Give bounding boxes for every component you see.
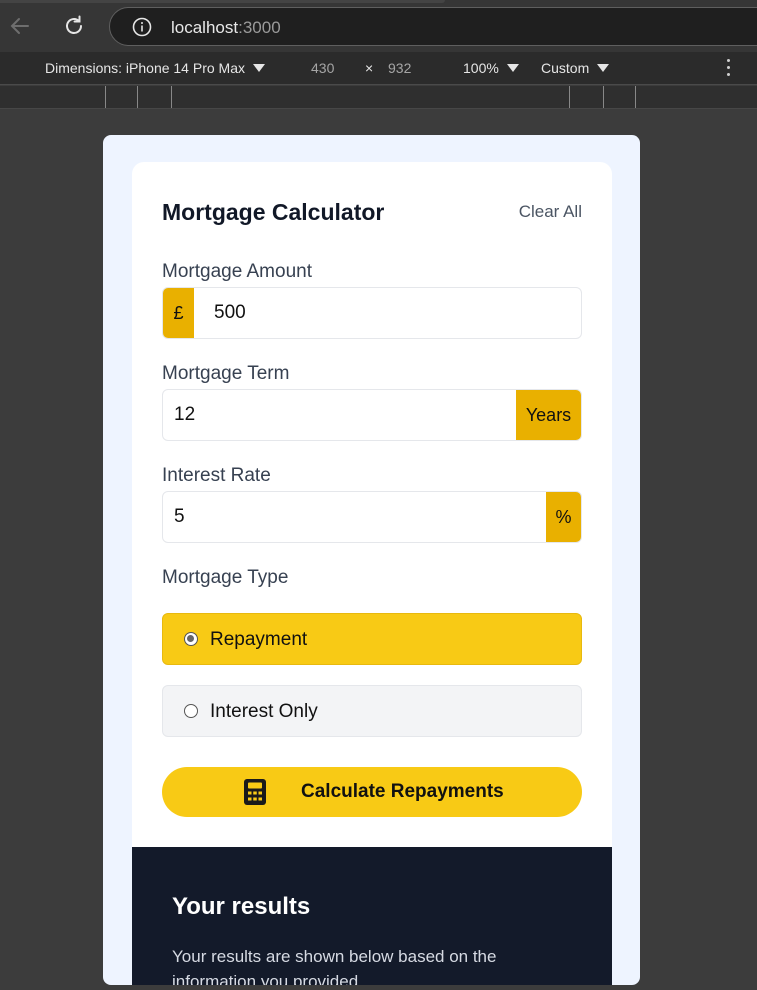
- radio-unselected-icon[interactable]: [184, 704, 198, 718]
- clear-all-button[interactable]: Clear All: [519, 202, 582, 222]
- url-host: localhost: [171, 18, 239, 37]
- radio-selected-icon[interactable]: [184, 632, 198, 646]
- back-arrow-icon[interactable]: [6, 12, 34, 40]
- results-title: Your results: [172, 893, 311, 920]
- media-query-ruler: [0, 86, 757, 109]
- chevron-down-icon: [597, 64, 610, 72]
- chevron-down-icon: [506, 64, 519, 72]
- calculator-card: Mortgage Calculator Clear All Mortgage A…: [132, 162, 612, 862]
- dimension-times: ×: [365, 60, 374, 76]
- zoom-label: 100%: [463, 60, 499, 76]
- mortgage-amount-value[interactable]: 500: [214, 302, 246, 324]
- mortgage-term-value[interactable]: 12: [174, 404, 195, 426]
- device-viewport: Mortgage Calculator Clear All Mortgage A…: [103, 135, 640, 985]
- zoom-dropdown[interactable]: 100%: [463, 60, 519, 76]
- width-input[interactable]: 430: [311, 60, 334, 76]
- mortgage-type-label: Mortgage Type: [162, 567, 289, 588]
- tab-strip-edge: [0, 0, 445, 3]
- calculate-repayments-label: Calculate Repayments: [301, 781, 504, 802]
- mortgage-term-field[interactable]: 12 Years: [162, 389, 582, 441]
- interest-rate-label: Interest Rate: [162, 465, 271, 486]
- years-suffix: Years: [516, 390, 581, 440]
- radio-interest-only-label: Interest Only: [210, 701, 318, 722]
- device-toolbar: Dimensions: iPhone 14 Pro Max 430 × 932 …: [0, 52, 757, 85]
- mortgage-amount-label: Mortgage Amount: [162, 261, 312, 282]
- percent-suffix: %: [546, 492, 581, 542]
- radio-repayment[interactable]: Repayment: [162, 613, 582, 665]
- radio-repayment-label: Repayment: [210, 629, 308, 650]
- throttle-label: Custom: [541, 60, 590, 76]
- address-bar[interactable]: localhost:3000: [109, 7, 757, 46]
- calculate-repayments-button[interactable]: Calculate Repayments: [162, 767, 582, 817]
- more-options-icon[interactable]: [727, 59, 731, 77]
- height-input[interactable]: 932: [388, 60, 411, 76]
- results-panel: Your results Your results are shown belo…: [132, 847, 612, 985]
- interest-rate-value[interactable]: 5: [174, 506, 185, 528]
- reload-icon[interactable]: [60, 12, 88, 40]
- browser-top-bar: localhost:3000: [0, 0, 757, 52]
- url-text: localhost:3000: [171, 18, 281, 38]
- dimensions-label: Dimensions: iPhone 14 Pro Max: [45, 60, 245, 76]
- calculator-icon: [244, 779, 266, 805]
- radio-interest-only[interactable]: Interest Only: [162, 685, 582, 737]
- interest-rate-field[interactable]: 5 %: [162, 491, 582, 543]
- results-description: Your results are shown below based on th…: [172, 947, 497, 985]
- dimensions-dropdown[interactable]: Dimensions: iPhone 14 Pro Max: [45, 60, 265, 76]
- currency-prefix: £: [163, 288, 194, 338]
- chevron-down-icon: [253, 64, 265, 72]
- mortgage-amount-field[interactable]: £ 500: [162, 287, 582, 339]
- throttle-dropdown[interactable]: Custom: [541, 60, 610, 76]
- info-icon[interactable]: [132, 17, 152, 37]
- page-title: Mortgage Calculator: [162, 199, 385, 225]
- mortgage-term-label: Mortgage Term: [162, 363, 290, 384]
- url-port: :3000: [238, 18, 281, 37]
